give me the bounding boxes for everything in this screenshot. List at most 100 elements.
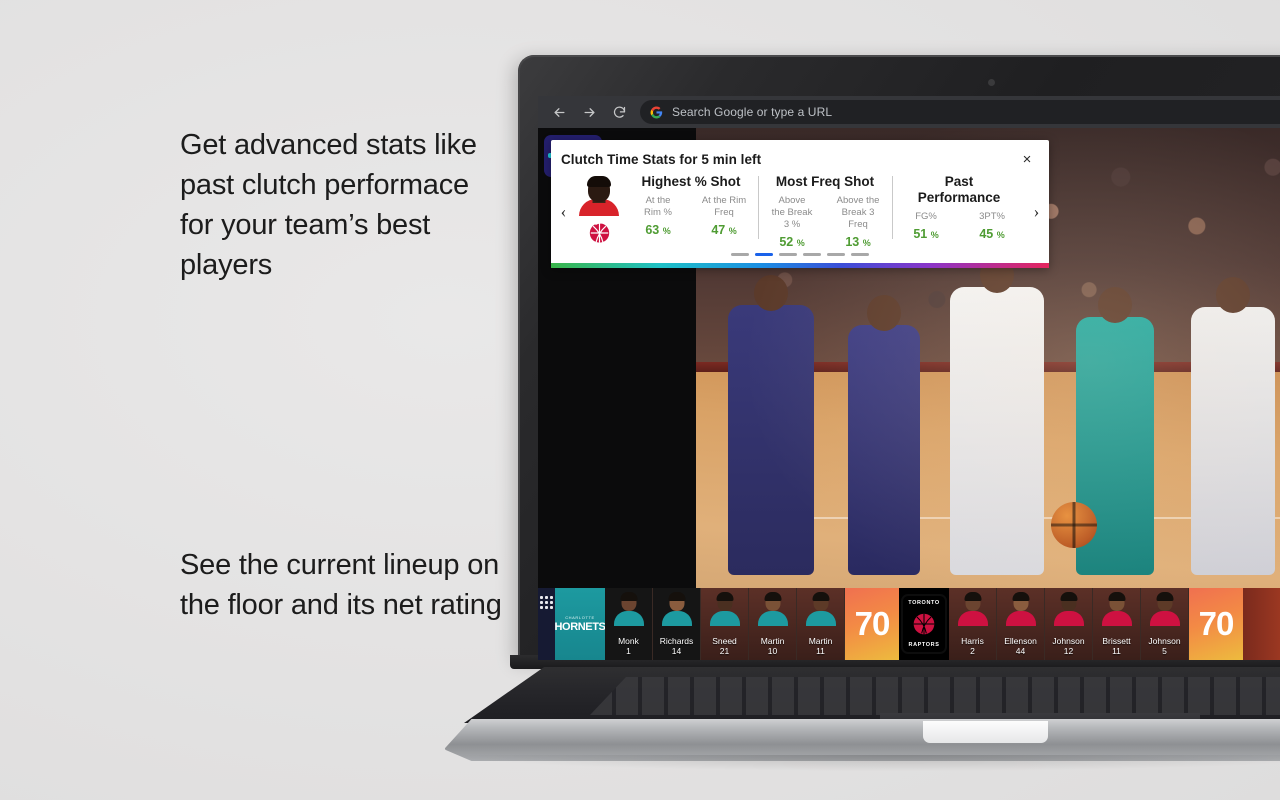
clutch-stats-card-header: Clutch Time Stats for 5 min left × bbox=[551, 151, 1049, 167]
player-name: Martin bbox=[808, 636, 833, 646]
clutch-stats-card: Clutch Time Stats for 5 min left × ‹ Hig… bbox=[551, 140, 1049, 268]
player-name: Ellenson bbox=[1004, 636, 1037, 646]
forward-arrow-icon[interactable] bbox=[576, 99, 602, 125]
metric: FG% 51 % bbox=[897, 211, 955, 241]
player-headshot bbox=[1149, 592, 1180, 626]
lineup-player[interactable]: Monk 1 bbox=[605, 588, 653, 660]
player-number: 12 bbox=[1063, 646, 1074, 656]
clutch-stats-card-body: ‹ Highest % Shot At the Rim % 63 % At th… bbox=[551, 167, 1049, 249]
laptop-shadow bbox=[460, 755, 1280, 771]
away-score: 70 bbox=[845, 588, 899, 660]
lineup-player[interactable]: Johnson 12 bbox=[1045, 588, 1093, 660]
lineup-player[interactable]: Martin 11 bbox=[797, 588, 845, 660]
back-arrow-icon[interactable] bbox=[546, 99, 572, 125]
metric: Above the Break 3 Freq 13 % bbox=[829, 195, 887, 249]
metric: Above the Break 3 % 52 % bbox=[763, 195, 821, 249]
player-name: Johnson bbox=[1052, 636, 1085, 646]
home-lineup: Harris 2 Ellenson 44 Johnson 12 Brissett 11 John… bbox=[949, 588, 1189, 660]
lineup-player[interactable]: Johnson 5 bbox=[1141, 588, 1189, 660]
player-headshot bbox=[661, 592, 692, 626]
lineup-bar: CHARLOTTE HORNETS Monk 1 Richards 14 Sneed 21… bbox=[538, 588, 1280, 660]
away-lineup: Monk 1 Richards 14 Sneed 21 Martin 10 Martin 11 bbox=[605, 588, 845, 660]
browser-toolbar: Search Google or type a URL bbox=[538, 96, 1280, 128]
player-number: 11 bbox=[816, 646, 825, 656]
metric-label: Above the Break 3 % bbox=[771, 195, 813, 230]
metric-label: At the Rim % bbox=[644, 195, 672, 218]
player-headshot bbox=[805, 592, 836, 626]
player-headshot bbox=[957, 592, 988, 626]
player-headshot bbox=[1005, 592, 1036, 626]
lineup-player[interactable]: Harris 2 bbox=[949, 588, 997, 660]
away-team-logo[interactable]: CHARLOTTE HORNETS bbox=[554, 588, 606, 660]
laptop-keyboard bbox=[590, 677, 1280, 715]
column-title: Highest % Shot bbox=[641, 174, 741, 189]
player-headshot bbox=[1101, 592, 1132, 626]
player-name: Martin bbox=[760, 636, 785, 646]
stat-column-past-performance: Past Performance FG% 51 % 3PT% 45 % bbox=[892, 174, 1026, 249]
metric-value: 63 % bbox=[645, 223, 671, 237]
home-team-city: TORONTO bbox=[908, 600, 940, 606]
column-title: Most Freq Shot bbox=[775, 174, 875, 189]
pagination-dot[interactable] bbox=[851, 253, 869, 256]
lineup-player[interactable]: Richards 14 bbox=[653, 588, 701, 660]
web-page: Clutch Time Stats for 5 min left × ‹ Hig… bbox=[538, 128, 1280, 660]
prev-player-button[interactable]: ‹ bbox=[553, 174, 574, 249]
laptop-front-notch bbox=[923, 721, 1048, 743]
metric-label: At the Rim Freq bbox=[701, 195, 747, 218]
metric-value: 51 % bbox=[913, 227, 939, 241]
player-name: Richards bbox=[659, 636, 694, 646]
home-team-name: RAPTORS bbox=[908, 642, 940, 648]
player-number: 14 bbox=[671, 646, 682, 656]
laptop-mockup: Search Google or type a URL Clutch Time … bbox=[430, 55, 1280, 775]
home-team-logo[interactable]: TORONTO RAPTORS bbox=[899, 588, 949, 660]
player-name: Harris bbox=[961, 636, 984, 646]
player-headshot bbox=[757, 592, 788, 626]
player-number: 44 bbox=[1015, 646, 1026, 656]
home-score: 70 bbox=[1189, 588, 1243, 660]
card-pagination bbox=[551, 249, 1049, 263]
player-headshot bbox=[709, 592, 740, 626]
player-number: 1 bbox=[626, 646, 631, 656]
pagination-dot[interactable] bbox=[731, 253, 749, 256]
grid-menu-icon[interactable] bbox=[538, 588, 555, 660]
away-team-city: CHARLOTTE bbox=[565, 615, 595, 620]
lineup-player[interactable]: Sneed 21 bbox=[701, 588, 749, 660]
lineup-spacer bbox=[1243, 588, 1280, 660]
player-headshot bbox=[1053, 592, 1084, 626]
lineup-player[interactable]: Brissett 11 bbox=[1093, 588, 1141, 660]
metric-label: FG% bbox=[915, 211, 937, 222]
reload-icon[interactable] bbox=[606, 99, 632, 125]
metric: 3PT% 45 % bbox=[963, 211, 1021, 241]
lineup-player[interactable]: Martin 10 bbox=[749, 588, 797, 660]
metric-label: 3PT% bbox=[979, 211, 1005, 222]
column-title: Past Performance bbox=[917, 174, 1001, 205]
stat-column-most-freq-shot: Most Freq Shot Above the Break 3 % 52 % … bbox=[758, 174, 892, 249]
omnibox[interactable]: Search Google or type a URL bbox=[640, 100, 1280, 124]
player-number: 10 bbox=[767, 646, 778, 656]
lineup-player[interactable]: Ellenson 44 bbox=[997, 588, 1045, 660]
player-headshot bbox=[578, 176, 620, 216]
metric: At the Rim % 63 % bbox=[629, 195, 687, 237]
webcam-icon bbox=[988, 79, 995, 86]
player-name: Monk bbox=[618, 636, 639, 646]
pagination-dot[interactable] bbox=[803, 253, 821, 256]
player-number: 11 bbox=[1112, 646, 1121, 656]
player-identity bbox=[574, 174, 624, 249]
next-player-button[interactable]: › bbox=[1026, 174, 1047, 249]
player-number: 21 bbox=[719, 646, 730, 656]
google-icon bbox=[650, 106, 663, 118]
metric-value: 13 % bbox=[845, 235, 871, 249]
pagination-dot[interactable] bbox=[755, 253, 773, 256]
pagination-dot[interactable] bbox=[779, 253, 797, 256]
close-icon[interactable]: × bbox=[1019, 151, 1035, 167]
card-accent-gradient bbox=[551, 263, 1049, 268]
card-title: Clutch Time Stats for 5 min left bbox=[561, 151, 762, 167]
laptop-screen: Search Google or type a URL Clutch Time … bbox=[538, 96, 1280, 660]
stat-column-highest-pct-shot: Highest % Shot At the Rim % 63 % At the … bbox=[624, 174, 758, 249]
pagination-dot[interactable] bbox=[827, 253, 845, 256]
player-name: Johnson bbox=[1148, 636, 1181, 646]
raptors-logo-icon bbox=[589, 219, 609, 243]
metric-value: 47 % bbox=[711, 223, 737, 237]
away-team-name: HORNETS bbox=[554, 621, 606, 633]
metric-value: 45 % bbox=[979, 227, 1005, 241]
